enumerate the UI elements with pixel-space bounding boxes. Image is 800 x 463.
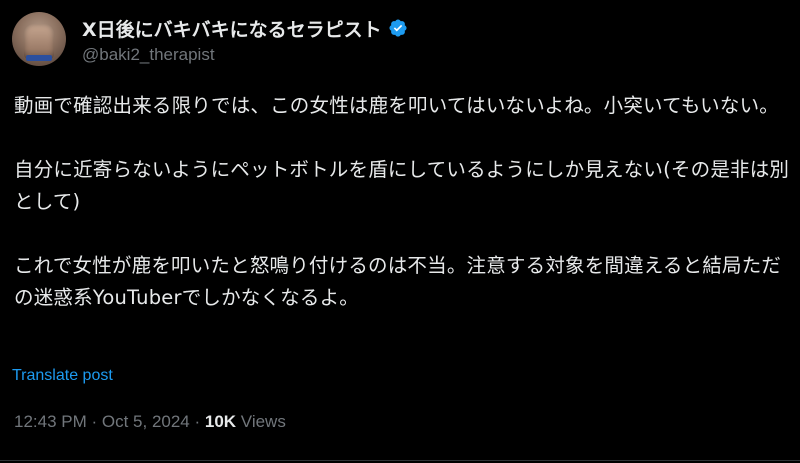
- author-display-name[interactable]: X日後にバキバキになるセラピスト: [82, 15, 382, 42]
- views-count: 10K: [204, 412, 237, 431]
- post-date[interactable]: Oct 5, 2024: [102, 412, 190, 431]
- author-handle[interactable]: @baki2_therapist: [82, 45, 408, 65]
- name-row: X日後にバキバキになるセラピスト: [82, 13, 408, 43]
- meta-separator: ·: [86, 412, 102, 431]
- avatar[interactable]: [12, 12, 66, 66]
- meta-separator: ·: [189, 412, 205, 431]
- post-paragraph: 動画で確認出来る限りでは、この女性は鹿を叩いてはいないよね。小突いてもいない。: [14, 94, 779, 117]
- post-header: X日後にバキバキになるセラピスト @baki2_therapist: [82, 13, 408, 65]
- views-label: Views: [236, 412, 286, 431]
- verified-badge-icon[interactable]: [388, 18, 408, 38]
- translate-post-link[interactable]: Translate post: [12, 367, 113, 385]
- post-meta: 12:43 PM · Oct 5, 2024 · 10K Views: [14, 412, 286, 432]
- post-time[interactable]: 12:43 PM: [14, 412, 87, 431]
- post-text: 動画で確認出来る限りでは、この女性は鹿を叩いてはいないよね。小突いてもいない。 …: [14, 90, 790, 314]
- avatar-waistband: [26, 55, 52, 61]
- divider: [0, 460, 800, 461]
- post-paragraph: これで女性が鹿を叩いたと怒鳴り付けるのは不当。注意する対象を間違えると結局ただの…: [14, 254, 782, 309]
- post-paragraph: 自分に近寄らないようにペットボトルを盾にしているようにしか見えない(その是非は別…: [14, 158, 790, 213]
